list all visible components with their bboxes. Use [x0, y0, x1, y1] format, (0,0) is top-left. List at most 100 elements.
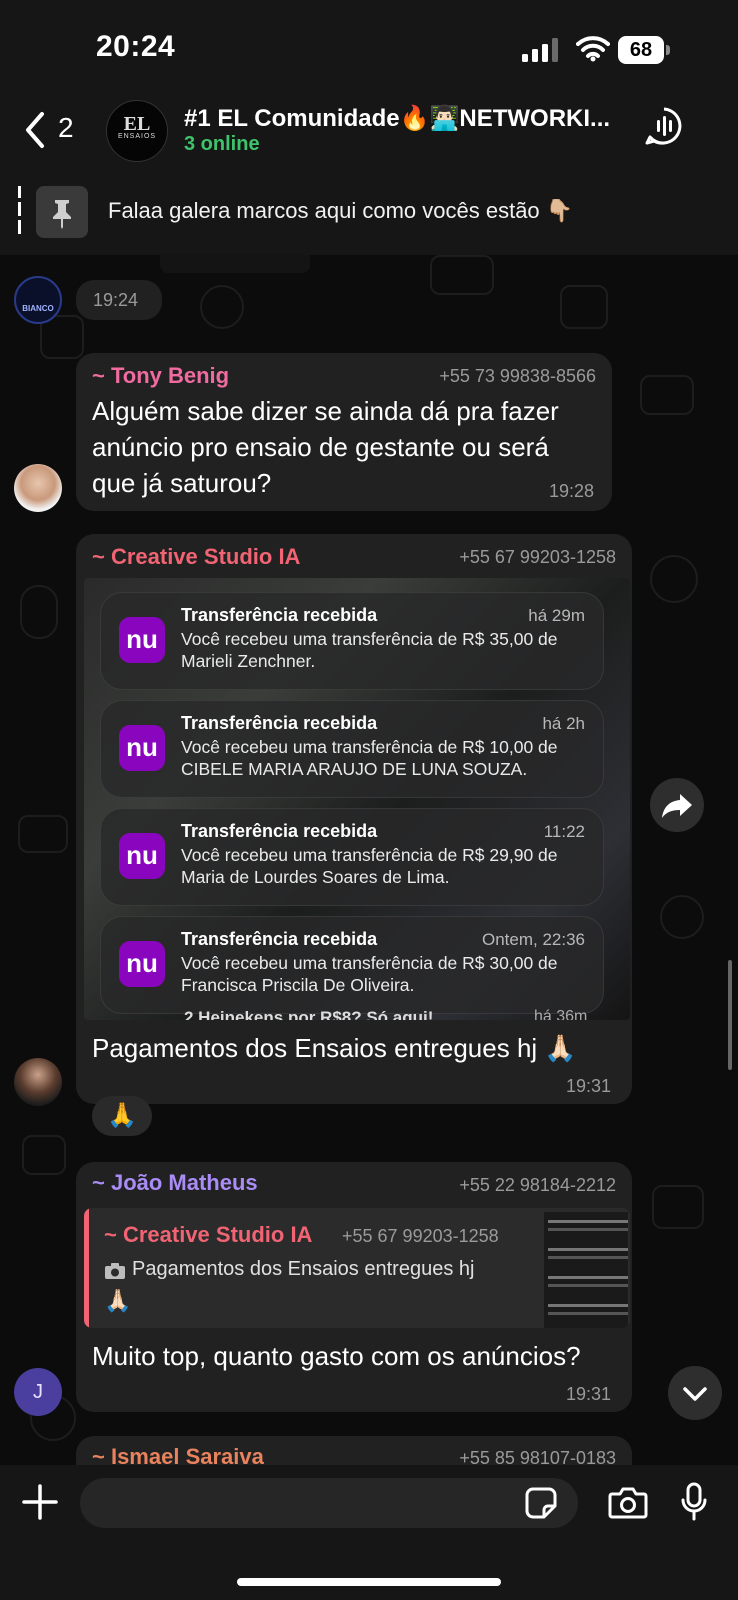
nubank-app-icon: nu [119, 833, 165, 879]
background-pattern [22, 1135, 66, 1175]
background-pattern [560, 285, 608, 329]
notification-time: 11:22 [543, 822, 585, 841]
battery-cap [666, 45, 670, 55]
bank-notification: nu Transferência recebida há 2h Você rec… [100, 700, 604, 798]
sender-name[interactable]: ~ João Matheus [92, 1170, 258, 1196]
cellular-signal-icon [522, 38, 558, 62]
camera-icon [105, 1263, 125, 1279]
reply-quote[interactable]: ~ Creative Studio IA +55 67 99203-1258 P… [84, 1208, 630, 1328]
battery-level: 68 [618, 36, 664, 64]
background-pattern [18, 815, 68, 853]
scrollbar[interactable] [728, 960, 732, 1070]
avatar[interactable] [14, 464, 62, 512]
notification-cut-time: há 36m [534, 1008, 588, 1020]
thumbnail-line [548, 1228, 628, 1231]
pinned-message-text: Falaa galera marcos aqui como vocês estã… [108, 198, 574, 223]
nubank-app-icon: nu [119, 617, 165, 663]
notification-title: Transferência recebida [181, 929, 378, 949]
scroll-down-button[interactable] [668, 1366, 722, 1420]
message-bubble[interactable]: 19:24 [76, 280, 162, 320]
notification-time: há 29m [528, 606, 585, 625]
avatar-label: BIANCO [22, 304, 54, 313]
notification-title: Transferência recebida [181, 713, 378, 733]
sender-phone: +55 67 99203-1258 [459, 547, 616, 567]
pinned-indicator [18, 186, 21, 234]
message-bubble[interactable]: ~ Tony Benig +55 73 99838-8566 Alguém sa… [76, 353, 612, 511]
notification-body: Você recebeu uma transferência de R$ 10,… [181, 737, 558, 779]
bank-notification: nu Transferência recebida Ontem, 22:36 V… [100, 916, 604, 1014]
attach-plus-icon[interactable] [22, 1484, 58, 1520]
quote-sender: ~ Creative Studio IA [104, 1222, 313, 1247]
quote-phone: +55 67 99203-1258 [342, 1226, 499, 1246]
notification-time: Ontem, 22:36 [481, 930, 585, 949]
message-text-line: que já saturou? [92, 468, 272, 498]
message-time: 19:31 [566, 1076, 612, 1096]
quote-text: Pagamentos dos Ensaios entregues hj [132, 1258, 475, 1280]
home-indicator[interactable] [237, 1578, 501, 1586]
sender-phone: +55 73 99838-8566 [439, 366, 596, 386]
avatar[interactable] [14, 1058, 62, 1106]
quote-bar [84, 1208, 89, 1328]
avatar[interactable]: BIANCO [14, 276, 62, 324]
previous-message-remnant [160, 255, 310, 273]
sender-name[interactable]: ~ Ismael Saraiva [92, 1444, 264, 1465]
status-time: 20:24 [96, 30, 176, 63]
avatar[interactable]: J [14, 1368, 62, 1416]
group-avatar-logo: EL [123, 113, 151, 135]
notification-body: Você recebeu uma transferência de R$ 29,… [181, 845, 558, 887]
notification-title: Transferência recebida [181, 605, 378, 625]
group-avatar-subtitle: ENSAIOS [117, 133, 157, 140]
thumbnail-line [548, 1304, 628, 1307]
message-text-line: Alguém sabe dizer se ainda dá pra fazer [92, 396, 559, 426]
message-text: Muito top, quanto gasto com os anúncios? [92, 1341, 581, 1371]
unread-count[interactable]: 2 [58, 112, 74, 144]
thumbnail-line [548, 1284, 628, 1287]
background-pattern [430, 255, 494, 295]
group-title[interactable]: #1 EL Comunidade🔥👨🏻‍💻NETWORKI... [184, 104, 624, 133]
background-pattern [20, 585, 58, 639]
thumbnail-line [548, 1276, 628, 1279]
microphone-icon[interactable] [680, 1482, 708, 1522]
notification-cut-text: 2 Heinekens por R$8? Só aqui! [184, 1008, 434, 1020]
background-pattern [200, 285, 244, 329]
notification-body: Você recebeu uma transferência de R$ 30,… [181, 953, 558, 995]
reaction-badge[interactable]: 🙏 [92, 1096, 152, 1136]
quote-emoji: 🙏🏻 [104, 1288, 132, 1313]
message-text-line: anúncio pro ensaio de gestante ou será [92, 432, 549, 462]
thumbnail-line [548, 1220, 628, 1223]
background-pattern [652, 1185, 704, 1229]
group-avatar[interactable]: EL ENSAIOS [106, 100, 168, 162]
message-input[interactable] [80, 1478, 578, 1528]
share-button[interactable] [650, 778, 704, 832]
thumbnail-line [548, 1248, 628, 1251]
nubank-app-icon: nu [119, 725, 165, 771]
notification-title: Transferência recebida [181, 821, 378, 841]
online-status: 3 online [184, 133, 260, 155]
notification-body: Você recebeu uma transferência de R$ 35,… [181, 629, 558, 671]
message-bubble[interactable]: ~ Ismael Saraiva +55 85 98107-0183 [76, 1436, 632, 1465]
sender-phone: +55 85 98107-0183 [459, 1448, 616, 1465]
pin-button[interactable] [36, 186, 88, 238]
forward-arrow-icon [662, 794, 692, 818]
nubank-app-icon: nu [119, 941, 165, 987]
chevron-down-icon [683, 1387, 707, 1401]
sticker-icon[interactable] [524, 1486, 558, 1520]
pin-icon [53, 200, 71, 229]
voice-chat-icon[interactable] [644, 106, 684, 146]
message-time: 19:28 [548, 481, 594, 501]
bank-notification: nu Transferência recebida 11:22 Você rec… [100, 808, 604, 906]
wifi-icon [576, 36, 610, 62]
notification-time: há 2h [542, 714, 585, 733]
bank-notification: nu Transferência recebida há 29m Você re… [100, 592, 604, 690]
background-pattern [650, 555, 698, 603]
back-chevron-icon[interactable] [20, 108, 50, 152]
quote-thumbnail [544, 1212, 628, 1328]
background-pattern [640, 375, 694, 415]
camera-icon[interactable] [608, 1485, 648, 1519]
message-time: 19:31 [566, 1384, 612, 1404]
photo-attachment[interactable]: nu Transferência recebida há 29m Você re… [84, 578, 630, 1020]
sender-name[interactable]: ~ Tony Benig [92, 363, 229, 389]
sender-name[interactable]: ~ Creative Studio IA [92, 544, 300, 570]
message-caption: Pagamentos dos Ensaios entregues hj 🙏🏻 [92, 1033, 577, 1063]
thumbnail-line [548, 1312, 628, 1315]
